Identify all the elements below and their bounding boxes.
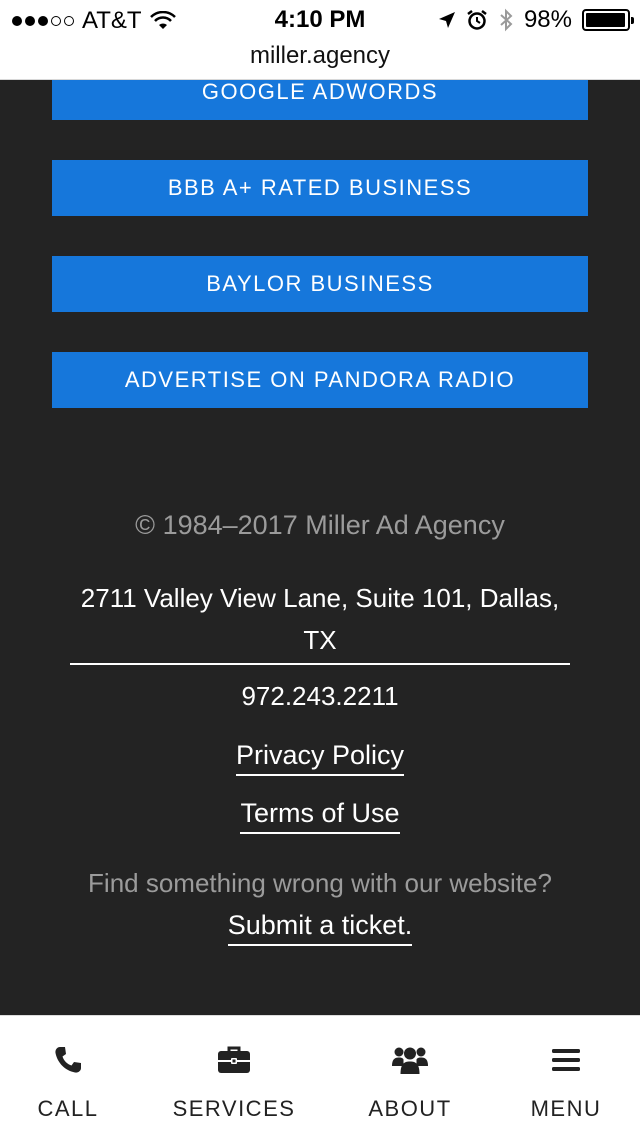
- nav-menu-label: MENU: [530, 1096, 602, 1121]
- status-icons: 98%: [438, 6, 634, 34]
- bluetooth-icon: [500, 8, 513, 32]
- privacy-row: Privacy Policy: [0, 740, 640, 776]
- terms-of-use-link[interactable]: Terms of Use: [240, 798, 400, 834]
- advertise-pandora-radio-button[interactable]: ADVERTISE ON PANDORA RADIO: [52, 352, 588, 408]
- bottom-navigation: CALL SERVICES ABOUT MENU: [0, 1015, 640, 1136]
- battery-level-fill: [586, 13, 626, 27]
- nav-services-label: SERVICES: [172, 1096, 296, 1121]
- location-arrow-icon: [438, 12, 455, 28]
- users-icon: [392, 1047, 428, 1074]
- privacy-policy-link[interactable]: Privacy Policy: [235, 740, 405, 776]
- nav-about-label: ABOUT: [368, 1096, 452, 1121]
- terms-row: Terms of Use: [0, 798, 640, 834]
- phone-icon: [55, 1047, 81, 1073]
- ticket-row: Submit a ticket.: [0, 910, 640, 946]
- alarm-clock-icon: [467, 10, 487, 30]
- page-content: GOOGLE ADWORDS BBB A+ RATED BUSINESS BAY…: [0, 80, 640, 1015]
- copyright-text: © 1984–2017 Miller Ad Agency: [135, 510, 505, 540]
- hamburger-menu-icon: [552, 1049, 580, 1071]
- nav-services[interactable]: SERVICES: [164, 1016, 304, 1136]
- battery-icon: [582, 9, 634, 31]
- address-link[interactable]: 2711 Valley View Lane, Suite 101, Dallas…: [70, 577, 570, 665]
- baylor-business-button[interactable]: BAYLOR BUSINESS: [52, 256, 588, 312]
- nav-menu[interactable]: MENU: [516, 1016, 616, 1136]
- status-bar: AT&T 4:10 PM 98%: [0, 0, 640, 40]
- battery-percent: 98%: [523, 6, 572, 33]
- phone-link[interactable]: 972.243.2211: [0, 681, 640, 712]
- nav-call[interactable]: CALL: [18, 1016, 118, 1136]
- submit-ticket-link[interactable]: Submit a ticket.: [227, 910, 413, 946]
- bbb-rated-business-button[interactable]: BBB A+ RATED BUSINESS: [52, 160, 588, 216]
- report-issue-text: Find something wrong with our website?: [88, 868, 552, 898]
- briefcase-icon: [218, 1046, 250, 1073]
- nav-call-label: CALL: [37, 1096, 99, 1121]
- google-adwords-button[interactable]: GOOGLE ADWORDS: [52, 80, 588, 120]
- address-bar-url[interactable]: miller.agency: [0, 42, 640, 70]
- browser-chrome: AT&T 4:10 PM 98% miller.agency: [0, 0, 640, 80]
- nav-about[interactable]: ABOUT: [350, 1016, 470, 1136]
